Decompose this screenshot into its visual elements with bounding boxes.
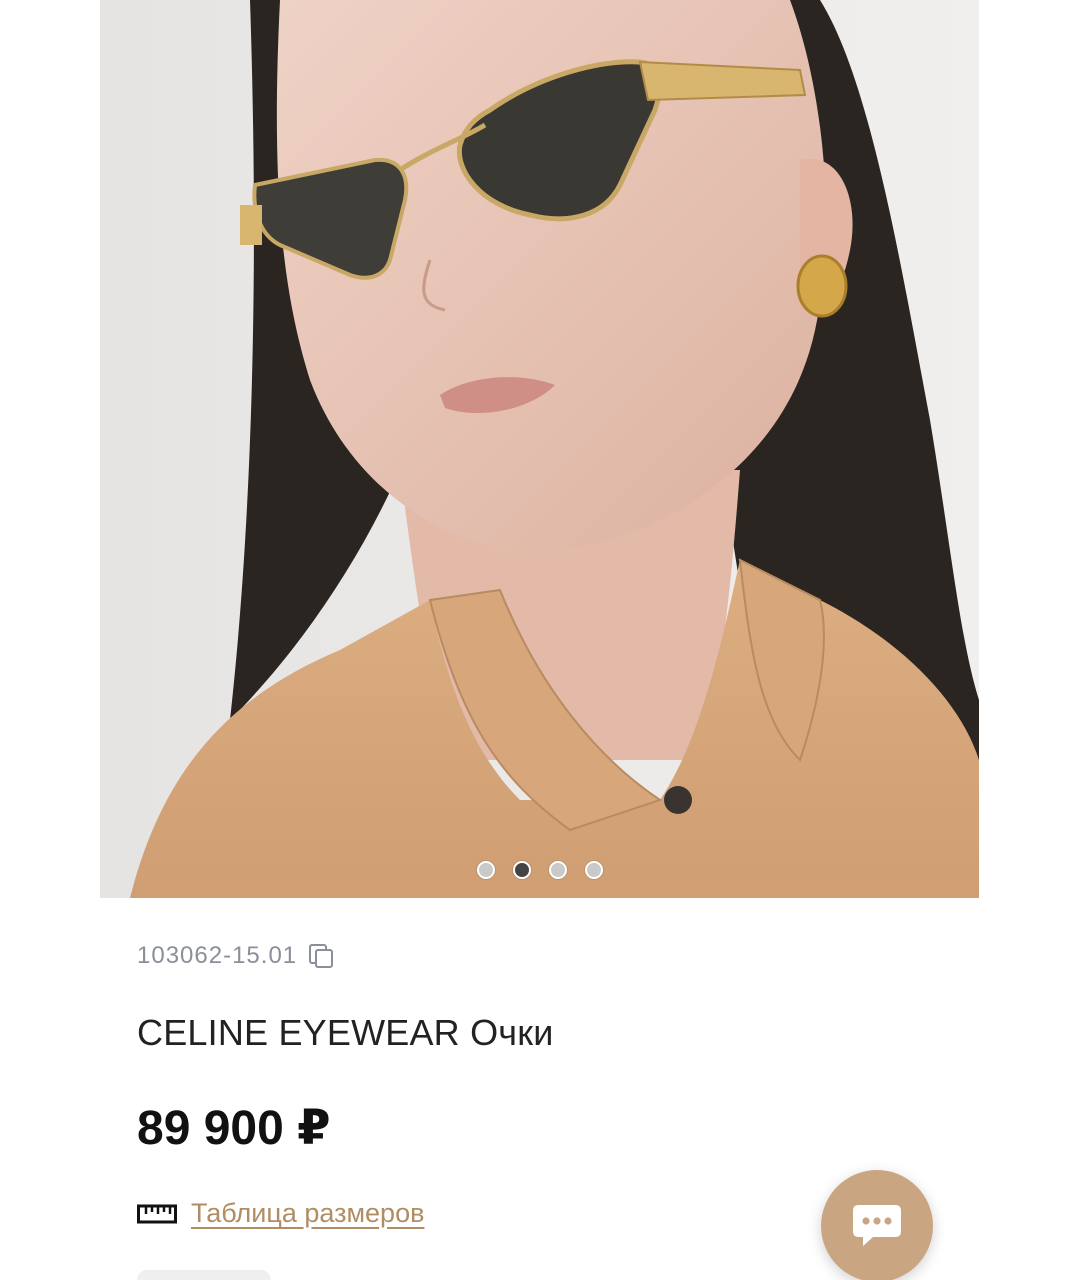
carousel-pagination: [100, 861, 979, 879]
chat-bubble-icon: [853, 1205, 901, 1246]
carousel-dot-1[interactable]: [476, 861, 495, 879]
carousel-dot-2[interactable]: [512, 861, 531, 879]
chat-button[interactable]: [821, 1170, 933, 1280]
product-photo: [100, 0, 979, 898]
copy-icon[interactable]: [307, 942, 335, 970]
partial-chip[interactable]: [137, 1270, 271, 1280]
carousel-dot-3[interactable]: [548, 861, 567, 879]
product-price: 89 900 ₽: [137, 1102, 331, 1155]
sku-row: 103062-15.01: [137, 942, 335, 970]
size-table-link[interactable]: Таблица размеров: [137, 1198, 424, 1229]
product-sku: 103062-15.01: [137, 942, 298, 969]
product-image-carousel[interactable]: [100, 0, 979, 898]
ruler-icon: [137, 1204, 177, 1223]
product-page: 103062-15.01 CELINE EYEWEAR Очки 89 900 …: [0, 0, 1080, 1280]
product-title: CELINE EYEWEAR Очки: [137, 1012, 554, 1053]
carousel-dot-4[interactable]: [584, 861, 603, 879]
size-table-label[interactable]: Таблица размеров: [191, 1198, 424, 1229]
